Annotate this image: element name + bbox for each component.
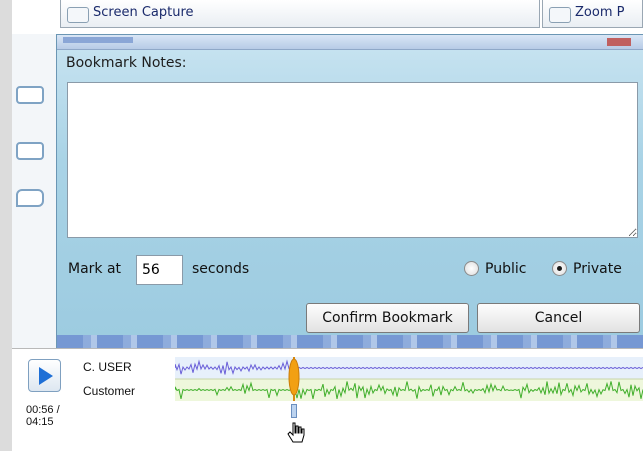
embedded-screenshot-taskbar bbox=[57, 335, 643, 348]
bookmark-dialog: Bookmark Notes: Mark at seconds Public P… bbox=[56, 34, 643, 348]
tab-label: Zoom P bbox=[575, 5, 625, 20]
side-toolbar bbox=[12, 34, 57, 348]
top-tab-bar: Screen Capture Zoom P bbox=[12, 0, 643, 34]
checkbox-icon bbox=[67, 7, 89, 23]
confirm-bookmark-button[interactable]: Confirm Bookmark bbox=[306, 303, 469, 333]
speaker-label-agent: C. USER bbox=[83, 360, 132, 374]
waveform-track[interactable] bbox=[175, 357, 643, 401]
seconds-label: seconds bbox=[192, 261, 250, 277]
playback-time: 00:56 / 04:15 bbox=[26, 404, 60, 428]
time-current: 00:56 / bbox=[26, 404, 60, 416]
speaker-label-customer: Customer bbox=[83, 384, 136, 398]
play-button[interactable] bbox=[28, 359, 61, 392]
mark-at-label: Mark at bbox=[68, 261, 122, 277]
bookmark-notes-textarea[interactable] bbox=[67, 82, 638, 238]
checkbox-icon bbox=[549, 7, 571, 23]
private-radio[interactable] bbox=[552, 261, 567, 276]
embedded-screenshot-titlebar bbox=[57, 35, 643, 50]
rounded-box-annotation-icon[interactable] bbox=[16, 142, 44, 160]
hand-cursor-icon bbox=[287, 422, 305, 443]
rectangle-annotation-icon[interactable] bbox=[16, 86, 44, 104]
public-radio-label: Public bbox=[485, 261, 527, 277]
radio-selected-dot bbox=[557, 266, 562, 271]
cancel-button[interactable]: Cancel bbox=[477, 303, 640, 333]
speech-bubble-annotation-icon[interactable] bbox=[16, 189, 44, 207]
scrub-handle[interactable] bbox=[289, 404, 299, 422]
tab-zoom[interactable]: Zoom P bbox=[542, 0, 643, 28]
time-total: 04:15 bbox=[26, 416, 54, 428]
audio-player: C. USER Customer 00:56 / 04:15 bbox=[12, 348, 643, 452]
public-radio[interactable] bbox=[464, 261, 479, 276]
private-radio-label: Private bbox=[573, 261, 622, 277]
dialog-title: Bookmark Notes: bbox=[66, 55, 187, 71]
tab-label: Screen Capture bbox=[93, 5, 194, 20]
mark-seconds-input[interactable] bbox=[136, 255, 183, 285]
tab-screen-capture[interactable]: Screen Capture bbox=[60, 0, 540, 28]
play-icon bbox=[39, 367, 53, 385]
